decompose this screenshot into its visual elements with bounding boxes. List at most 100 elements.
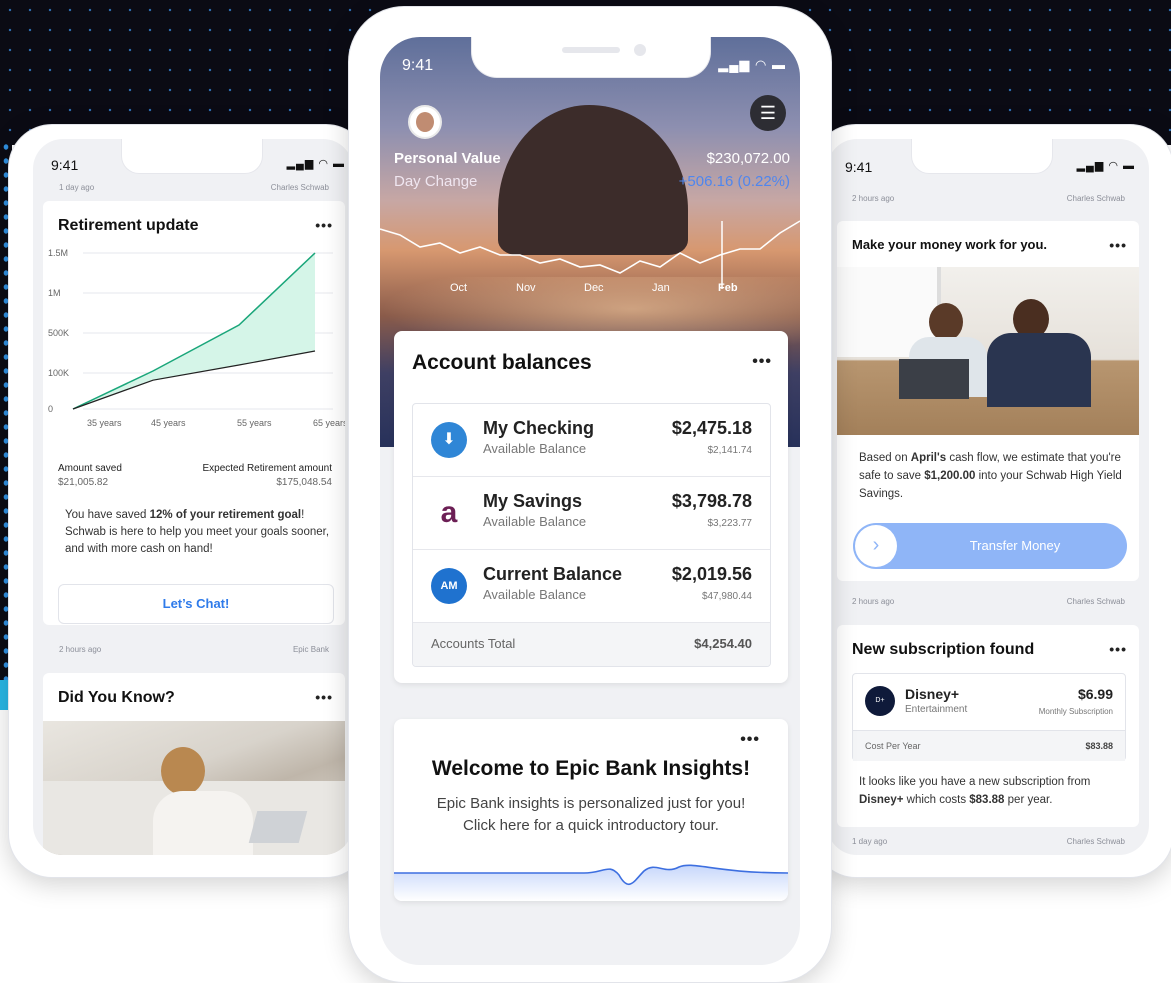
y-tick-label: 100K	[48, 368, 69, 378]
checking-chevron-icon: ⬇	[431, 422, 467, 458]
laptop-shape	[248, 811, 308, 843]
day-change-amount: +506.16 (0.22%)	[678, 173, 790, 190]
phone-notch	[471, 37, 711, 78]
account-sub: Available Balance	[483, 514, 587, 529]
account-sub: Available Balance	[483, 441, 587, 456]
subscription-price: $6.99	[1077, 686, 1113, 702]
month-label: Nov	[516, 282, 536, 294]
month-label: Dec	[584, 282, 604, 294]
person-left	[929, 303, 963, 341]
account-name: My Checking	[483, 418, 595, 438]
transfer-money-button[interactable]: › Transfer Money	[853, 523, 1127, 569]
amount-saved-label: Amount saved	[58, 463, 122, 474]
front-camera	[634, 44, 646, 56]
account-balances-card[interactable]: Account balances ••• ⬇ My Checking Avail…	[394, 331, 788, 683]
retirement-card[interactable]: Retirement update ••• 1.5M 1M 500K 100K 0 35 …	[43, 201, 345, 625]
center-phone: 9:41 ▂▄▆ ◠ ▬ ☰ Personal Value $230,072.0…	[348, 6, 832, 983]
month-label: Feb	[718, 282, 738, 294]
account-row-checking[interactable]: ⬇ My Checking Available Balance $2,475.1…	[413, 404, 770, 477]
retirement-message: You have saved 12% of your retirement go…	[65, 509, 330, 555]
more-options-icon[interactable]: •••	[1109, 237, 1127, 253]
account-name: My Savings	[483, 491, 583, 511]
day-change-label: Day Change	[394, 173, 478, 190]
card-meta-source: Epic Bank	[292, 645, 329, 654]
account-row-current[interactable]: AM Current Balance Available Balance $2,…	[413, 550, 770, 623]
amount-saved-value: $21,005.82	[58, 477, 109, 488]
account-sub: Available Balance	[483, 587, 587, 602]
retirement-chart: 1.5M 1M 500K 100K 0 35 years 45 years 55 years 6…	[48, 248, 345, 428]
month-label: Oct	[450, 282, 468, 294]
x-tick-label: 35 years	[87, 418, 122, 428]
expected-amount-label: Expected Retirement amount	[202, 463, 332, 474]
account-secondary-amount: $2,141.74	[707, 445, 753, 456]
wave-decoration	[394, 864, 788, 901]
y-tick-label: 1M	[48, 288, 61, 298]
center-screen: 9:41 ▂▄▆ ◠ ▬ ☰ Personal Value $230,072.0…	[380, 37, 800, 965]
welcome-card[interactable]: ••• Welcome to Epic Bank Insights! Epic …	[394, 719, 788, 901]
expected-amount-value: $175,048.54	[276, 477, 332, 488]
y-tick-label: 1.5M	[48, 248, 68, 258]
menu-icon[interactable]: ☰	[750, 95, 786, 131]
account-amount: $2,019.56	[671, 564, 752, 584]
avatar[interactable]	[408, 105, 442, 139]
subscription-card[interactable]: New subscription found ••• D+ Disney+ En…	[837, 625, 1139, 827]
phone-notch	[121, 139, 263, 174]
advisor-photo	[837, 267, 1139, 435]
x-tick-label: 45 years	[151, 418, 186, 428]
money-message: Based on April's cash flow, we estimate …	[859, 452, 1122, 500]
card-title: New subscription found	[852, 641, 1035, 658]
more-options-icon[interactable]: •••	[1109, 641, 1127, 657]
welcome-title: Welcome to Epic Bank Insights!	[431, 757, 751, 780]
did-you-know-card[interactable]: Did You Know? •••	[43, 673, 345, 855]
person-right-body	[987, 333, 1091, 407]
y-tick-label: 0	[48, 404, 53, 414]
x-tick-label: 55 years	[237, 418, 272, 428]
card-meta-source: Charles Schwab	[1066, 597, 1125, 606]
more-options-icon[interactable]: •••	[315, 689, 333, 705]
card-title: Make your money work for you.	[852, 237, 1048, 252]
account-amount: $3,798.78	[671, 491, 752, 511]
welcome-body-line2: Click here for a quick introductory tour…	[463, 817, 719, 834]
left-phone: 9:41 ▂▄▆ ◠ ▬ 1 day ago Charles Schwab Re…	[8, 124, 370, 878]
card-meta-source: Charles Schwab	[270, 183, 329, 192]
status-time: 9:41	[51, 157, 79, 173]
right-screen: 9:41 ▂▄▆ ◠ ▬ 2 hours ago Charles Schwab …	[827, 139, 1149, 855]
lifestyle-photo	[43, 721, 345, 855]
person-body	[153, 791, 253, 855]
account-secondary-amount: $3,223.77	[707, 518, 753, 529]
speaker-grille	[562, 47, 620, 53]
subscription-name: Disney+	[905, 686, 960, 702]
right-phone: 9:41 ▂▄▆ ◠ ▬ 2 hours ago Charles Schwab …	[812, 124, 1171, 878]
more-options-icon[interactable]: •••	[740, 731, 760, 749]
laptop-shape	[899, 359, 969, 399]
status-signal-icon: ▂▄▆ ◠ ▬	[1076, 160, 1135, 172]
card-title: Retirement update	[58, 217, 199, 234]
subscription-box[interactable]: D+ Disney+ Entertainment $6.99 Monthly S…	[852, 673, 1126, 761]
status-time: 9:41	[845, 159, 873, 175]
welcome-body-line1: Epic Bank insights is personalized just …	[436, 795, 746, 812]
more-options-icon[interactable]: •••	[315, 217, 333, 233]
card-meta-source: Charles Schwab	[1066, 837, 1125, 846]
disney-logo-icon: D+	[865, 686, 895, 716]
more-options-icon[interactable]: •••	[752, 353, 772, 371]
accounts-total-label: Accounts Total	[431, 636, 516, 651]
chevron-right-icon: ›	[855, 525, 897, 567]
subscription-note: It looks like you have a new subscriptio…	[859, 776, 1091, 806]
status-time: 9:41	[402, 57, 434, 74]
card-meta-time: 1 day ago	[59, 183, 95, 192]
savings-a-icon: a	[431, 495, 467, 531]
accounts-total-value: $4,254.40	[694, 636, 752, 651]
card-meta-time: 1 day ago	[852, 837, 888, 846]
cost-per-year-row: Cost Per Year $83.88	[853, 730, 1125, 761]
amex-logo-icon: AM	[431, 568, 467, 604]
status-signal-icon: ▂▄▆ ◠ ▬	[718, 57, 786, 72]
cost-per-year-value: $83.88	[1085, 741, 1113, 751]
card-title: Did You Know?	[58, 689, 175, 706]
card-meta-time: 2 hours ago	[59, 645, 102, 654]
lets-chat-button[interactable]: Let’s Chat!	[58, 584, 334, 624]
account-row-savings[interactable]: a My Savings Available Balance $3,798.78…	[413, 477, 770, 550]
person-silhouette	[161, 747, 205, 795]
status-signal-icon: ▂▄▆ ◠ ▬	[286, 158, 345, 170]
y-tick-label: 500K	[48, 328, 69, 338]
money-work-card[interactable]: Make your money work for you. ••• Based …	[837, 221, 1139, 581]
